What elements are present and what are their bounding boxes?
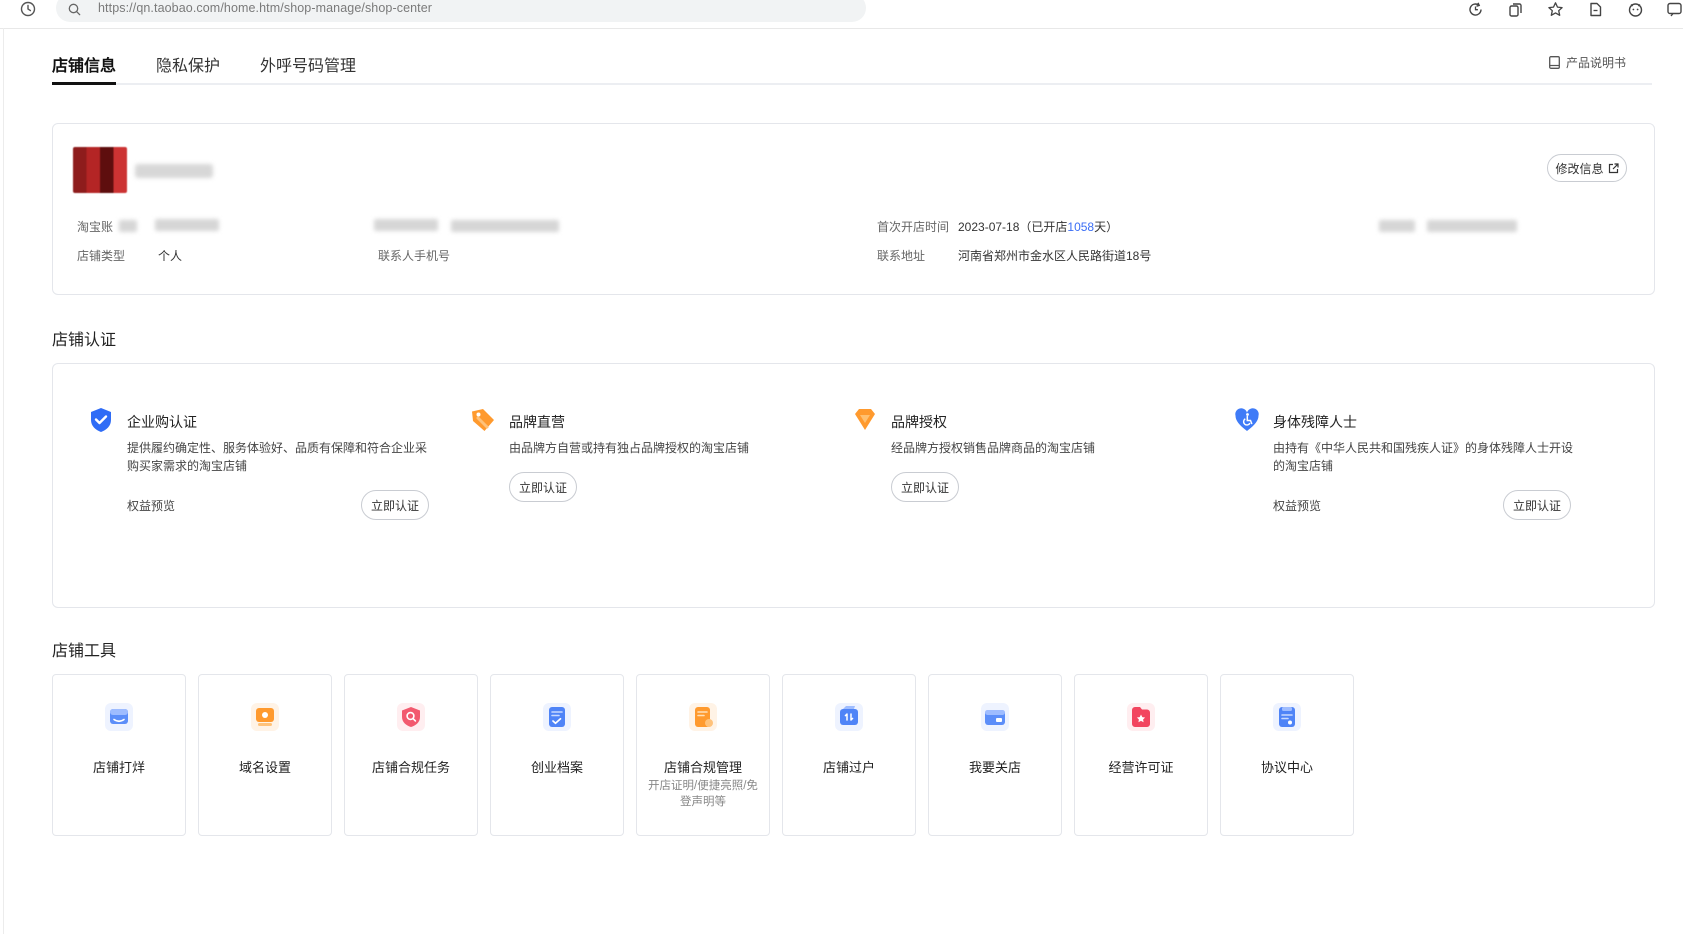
page-tabs: 店铺信息 隐私保护 外呼号码管理 <box>52 48 1652 86</box>
tool-label: 店铺合规任务 <box>371 760 450 775</box>
startup-file-icon <box>543 703 571 731</box>
tab-privacy-protection[interactable]: 隐私保护 <box>156 52 220 76</box>
field-value-redacted <box>451 220 559 232</box>
tool-agreement-center[interactable]: 协议中心 <box>1220 674 1354 836</box>
open-time-value: 2023-07-18（已开店1058天） <box>958 218 1118 235</box>
tool-sublabel: 开店证明/便捷亮照/免登声明等 <box>648 780 758 808</box>
tabs-divider <box>52 83 1652 85</box>
tool-startup-file[interactable]: 创业档案 <box>490 674 624 836</box>
tab-shop-info[interactable]: 店铺信息 <box>52 52 116 76</box>
tool-close-shop[interactable]: 我要关店 <box>928 674 1062 836</box>
certify-now-button[interactable]: 立即认证 <box>361 490 429 520</box>
edit-info-label: 修改信息 <box>1555 161 1604 176</box>
open-date: 2023-07-18 <box>958 220 1020 234</box>
product-manual-link[interactable]: 产品说明书 <box>1549 54 1626 71</box>
benefit-preview-link[interactable]: 权益预览 <box>127 497 175 514</box>
open-days-prefix: （已开店 <box>1019 220 1068 234</box>
cert-description: 提供履约确定性、服务体验好、品质有保障和符合企业采购买家需求的淘宝店铺 <box>127 441 428 473</box>
tool-label: 我要关店 <box>968 760 1021 775</box>
tab-outbound-number[interactable]: 外呼号码管理 <box>260 52 356 76</box>
document-icon <box>1549 56 1560 69</box>
external-link-icon <box>1608 162 1619 173</box>
cert-title: 企业购认证 <box>127 414 197 430</box>
cert-description: 经品牌方授权销售品牌商品的淘宝店铺 <box>891 441 1096 455</box>
tools-section-title: 店铺工具 <box>52 643 117 660</box>
product-manual-label: 产品说明书 <box>1566 56 1627 70</box>
open-days-count: 1058 <box>1067 220 1095 234</box>
shop-transfer-icon <box>835 703 863 731</box>
cert-description: 由品牌方自营或持有独占品牌授权的淘宝店铺 <box>509 441 750 455</box>
account-label-redacted <box>119 220 137 232</box>
open-days-suffix: 天） <box>1094 220 1119 234</box>
contact-phone-label: 联系人手机号 <box>378 249 451 263</box>
tool-label: 域名设置 <box>238 760 291 775</box>
left-divider <box>0 28 4 934</box>
cert-title: 品牌直营 <box>509 414 565 430</box>
account-value-redacted <box>155 219 219 231</box>
cert-title: 品牌授权 <box>891 414 947 430</box>
tool-compliance-manage[interactable]: 店铺合规管理 开店证明/便捷亮照/免登声明等 <box>636 674 770 836</box>
extension-icon[interactable] <box>1627 1 1644 18</box>
address-label: 联系地址 <box>877 249 926 263</box>
address-bar[interactable]: https://qn.taobao.com/home.htm/shop-mana… <box>56 0 866 22</box>
tool-label: 创业档案 <box>530 760 583 775</box>
shop-type-label: 店铺类型 <box>77 249 126 263</box>
tool-label: 店铺合规管理 <box>663 760 742 775</box>
close-shop-icon <box>981 703 1009 731</box>
shop-info-card: 修改信息 淘宝账 店铺类型 个人 联系人手机号 首次开店时间 2023-07-1… <box>52 123 1655 295</box>
collection-icon[interactable] <box>1587 1 1604 18</box>
tool-domain-settings[interactable]: 域名设置 <box>198 674 332 836</box>
extra-value-redacted <box>1427 220 1517 232</box>
chat-icon[interactable] <box>1666 1 1683 18</box>
certify-now-button[interactable]: 立即认证 <box>891 472 959 502</box>
tool-business-license[interactable]: 经营许可证 <box>1074 674 1208 836</box>
url-text: https://qn.taobao.com/home.htm/shop-mana… <box>98 1 433 15</box>
active-tab-indicator <box>52 82 116 85</box>
diamond-badge-icon <box>855 409 875 430</box>
cert-title: 身体残障人士 <box>1273 414 1357 430</box>
compliance-task-icon <box>397 703 425 731</box>
address-value: 河南省郑州市金水区人民路街道18号 <box>958 249 1152 263</box>
shield-check-icon <box>91 408 111 432</box>
field-label-redacted <box>374 219 438 231</box>
shop-name-redacted <box>135 164 213 178</box>
certification-card: 企业购认证 提供履约确定性、服务体验好、品质有保障和符合企业采购买家需求的淘宝店… <box>52 363 1655 608</box>
star-icon[interactable] <box>1547 1 1564 18</box>
tool-label: 协议中心 <box>1260 760 1313 775</box>
tool-shop-close[interactable]: 店铺打烊 <box>52 674 186 836</box>
extra-label-redacted <box>1379 220 1415 232</box>
history-icon[interactable] <box>20 1 36 17</box>
tool-label: 经营许可证 <box>1108 760 1174 775</box>
domain-icon <box>251 703 279 731</box>
copy-icon[interactable] <box>1507 1 1524 18</box>
benefit-preview-link[interactable]: 权益预览 <box>1273 497 1321 514</box>
certification-section-title: 店铺认证 <box>52 332 117 349</box>
shop-close-icon <box>105 703 133 731</box>
compliance-manage-icon <box>689 703 717 731</box>
heart-accessibility-icon <box>1235 408 1259 431</box>
tool-compliance-task[interactable]: 店铺合规任务 <box>344 674 478 836</box>
tool-label: 店铺打烊 <box>92 760 145 775</box>
open-time-label: 首次开店时间 <box>877 220 950 234</box>
refresh-icon[interactable] <box>1467 1 1484 18</box>
shop-type-value: 个人 <box>158 249 183 263</box>
agreement-icon <box>1273 703 1301 731</box>
taobao-account-label: 淘宝账 <box>77 220 114 234</box>
certify-now-button[interactable]: 立即认证 <box>509 472 577 502</box>
license-icon <box>1127 703 1155 731</box>
browser-toolbar: https://qn.taobao.com/home.htm/shop-mana… <box>0 0 1683 29</box>
brand-tag-icon <box>472 409 494 431</box>
edit-info-button[interactable]: 修改信息 <box>1547 154 1627 182</box>
tool-label: 店铺过户 <box>822 760 875 775</box>
cert-description: 由持有《中华人民共和国残疾人证》的身体残障人士开设的淘宝店铺 <box>1273 441 1574 473</box>
certify-now-button[interactable]: 立即认证 <box>1503 490 1571 520</box>
search-icon <box>68 3 81 16</box>
shop-avatar <box>73 147 127 193</box>
tool-shop-transfer[interactable]: 店铺过户 <box>782 674 916 836</box>
